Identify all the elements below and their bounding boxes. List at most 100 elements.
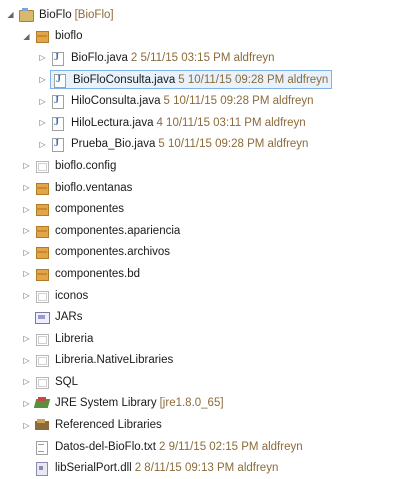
- tree-item-decoration: [BioFlo]: [74, 8, 114, 21]
- java-file-icon: [50, 116, 66, 131]
- tree-item-label: componentes.archivos: [55, 246, 171, 259]
- tree-row[interactable]: JARs: [0, 306, 398, 328]
- tree-item[interactable]: bioflo: [34, 29, 83, 44]
- tree-row[interactable]: ▷HiloConsulta.java5 10/11/15 09:28 PM al…: [0, 90, 398, 112]
- tree-item[interactable]: SQL: [34, 375, 78, 389]
- collapsed-twisty-icon[interactable]: ▷: [38, 75, 47, 84]
- svn-revision-info: 2 5/11/15 03:15 PM aldfreyn: [130, 51, 275, 64]
- tree-row[interactable]: ▷ bioflo.ventanas: [0, 177, 398, 199]
- tree-row[interactable]: ▷BioFlo.java2 5/11/15 03:15 PM aldfreyn: [0, 47, 398, 69]
- tree-item[interactable]: componentes.archivos: [34, 245, 171, 260]
- tree-item-label: iconos: [55, 289, 89, 302]
- tree-row[interactable]: ▷ componentes.bd: [0, 263, 398, 285]
- package-explorer-tree: ◢BioFlo[BioFlo]◢bioflo▷BioFlo.java2 5/11…: [0, 0, 398, 477]
- collapsed-twisty-icon[interactable]: ▷: [38, 140, 47, 149]
- tree-item[interactable]: bioflo.config: [34, 159, 116, 173]
- collapsed-twisty-icon[interactable]: ▷: [22, 205, 31, 214]
- tree-item-label: bioflo.ventanas: [55, 181, 133, 194]
- svn-revision-info: 5 10/11/15 09:28 PM aldfreyn: [178, 73, 329, 86]
- tree-row[interactable]: ▷ SQL: [0, 371, 398, 393]
- tree-item[interactable]: Referenced Libraries: [34, 418, 162, 432]
- tree-item-label: libSerialPort.dll: [55, 462, 132, 475]
- java-file-icon: [50, 94, 66, 110]
- collapsed-twisty-icon[interactable]: ▷: [22, 356, 31, 365]
- tree-item[interactable]: BioFlo.java2 5/11/15 03:15 PM aldfreyn: [50, 51, 275, 66]
- tree-item[interactable]: libSerialPort.dll 2 8/11/15 09:13 PM aldf…: [34, 461, 278, 477]
- collapsed-twisty-icon[interactable]: ▷: [22, 399, 31, 408]
- collapsed-twisty-icon[interactable]: ▷: [22, 269, 31, 278]
- tree-row[interactable]: ▷ Libreria: [0, 328, 398, 350]
- tree-item-label: HiloConsulta.java: [71, 95, 161, 108]
- tree-item-label: Libreria.NativeLibraries: [55, 354, 174, 367]
- svn-revision-info: 2 9/11/15 02:15 PM aldfreyn: [158, 440, 303, 453]
- tree-item[interactable]: BioFlo [BioFlo]: [18, 7, 114, 22]
- tree-item[interactable]: BioFloConsulta.java5 10/11/15 09:28 PM a…: [50, 70, 333, 90]
- collapsed-twisty-icon[interactable]: ▷: [38, 97, 47, 106]
- package-icon: [34, 267, 50, 281]
- jre-library-icon: [34, 396, 50, 410]
- tree-item[interactable]: componentes: [34, 202, 124, 217]
- collapsed-twisty-icon[interactable]: ▷: [22, 248, 31, 257]
- tree-item[interactable]: HiloConsulta.java5 10/11/15 09:28 PM ald…: [50, 94, 314, 110]
- referenced-libraries-icon: [34, 418, 50, 432]
- tree-item[interactable]: JRE System Library [jre1.8.0_65]: [34, 396, 224, 410]
- tree-row[interactable]: ▷Prueba_Bio.java5 10/11/15 09:28 PM aldf…: [0, 134, 398, 156]
- collapsed-twisty-icon[interactable]: ▷: [22, 421, 31, 430]
- tree-item-label: bioflo.config: [55, 159, 117, 172]
- tree-item-label: JRE System Library: [55, 397, 157, 410]
- package-icon: [34, 29, 50, 44]
- collapsed-twisty-icon[interactable]: ▷: [22, 226, 31, 235]
- package-icon: [34, 202, 50, 217]
- tree-item[interactable]: JARs: [34, 310, 82, 325]
- expanded-twisty-icon[interactable]: ◢: [6, 10, 15, 19]
- collapsed-twisty-icon[interactable]: ▷: [22, 291, 31, 300]
- tree-row[interactable]: ▷ componentes.apariencia: [0, 220, 398, 242]
- tree-item-label: BioFlo: [39, 8, 72, 21]
- package-empty-icon: [34, 289, 50, 303]
- tree-row[interactable]: ◢ bioflo: [0, 26, 398, 48]
- package-empty-icon: [34, 375, 50, 389]
- tree-row[interactable]: ▷ iconos: [0, 285, 398, 307]
- svn-revision-info: 4 10/11/15 03:11 PM aldfreyn: [156, 116, 306, 129]
- expanded-twisty-icon[interactable]: ◢: [22, 32, 31, 41]
- tree-row[interactable]: ▷ Libreria.NativeLibraries: [0, 350, 398, 372]
- package-empty-icon: [34, 159, 50, 173]
- collapsed-twisty-icon[interactable]: ▷: [38, 53, 47, 62]
- collapsed-twisty-icon[interactable]: ▷: [38, 118, 47, 127]
- package-icon: [34, 245, 50, 260]
- tree-item[interactable]: bioflo.ventanas: [34, 181, 132, 195]
- tree-item-label: componentes.apariencia: [55, 224, 181, 237]
- jars-folder-icon: [34, 310, 50, 325]
- java-file-icon: [50, 137, 66, 153]
- tree-item-label: bioflo: [55, 30, 83, 43]
- tree-row[interactable]: ▷BioFloConsulta.java5 10/11/15 09:28 PM …: [0, 69, 398, 91]
- tree-item[interactable]: Prueba_Bio.java5 10/11/15 09:28 PM aldfr…: [50, 137, 308, 153]
- package-empty-icon: [34, 353, 50, 368]
- tree-row[interactable]: ◢ BioFlo [BioFlo]: [0, 4, 398, 26]
- tree-row[interactable]: ▷ Referenced Libraries: [0, 414, 398, 436]
- tree-row[interactable]: ▷ componentes.archivos: [0, 242, 398, 264]
- tree-row[interactable]: ▷HiloLectura.java4 10/11/15 03:11 PM ald…: [0, 112, 398, 134]
- tree-item[interactable]: Libreria: [34, 332, 93, 346]
- tree-item[interactable]: HiloLectura.java4 10/11/15 03:11 PM aldf…: [50, 116, 306, 131]
- text-file-icon: [34, 440, 50, 455]
- collapsed-twisty-icon[interactable]: ▷: [22, 377, 31, 386]
- dll-file-icon: [34, 461, 50, 477]
- tree-item[interactable]: Datos-del-BioFlo.txt 2 9/11/15 02:15 PM a…: [34, 440, 303, 455]
- tree-item[interactable]: componentes.apariencia: [34, 224, 180, 238]
- tree-item[interactable]: iconos: [34, 289, 88, 303]
- tree-item[interactable]: Libreria.NativeLibraries: [34, 353, 174, 368]
- tree-row[interactable]: ▷ JRE System Library [jre1.8.0_65]: [0, 393, 398, 415]
- tree-item-label: Prueba_Bio.java: [71, 138, 156, 151]
- package-icon: [34, 181, 50, 195]
- collapsed-twisty-icon[interactable]: ▷: [22, 334, 31, 343]
- tree-item[interactable]: componentes.bd: [34, 267, 140, 281]
- collapsed-twisty-icon[interactable]: ▷: [22, 161, 31, 170]
- tree-row[interactable]: ▷ bioflo.config: [0, 155, 398, 177]
- tree-item-label: Referenced Libraries: [55, 419, 162, 432]
- tree-row[interactable]: ▷ componentes: [0, 198, 398, 220]
- collapsed-twisty-icon[interactable]: ▷: [22, 183, 31, 192]
- tree-row[interactable]: Datos-del-BioFlo.txt 2 9/11/15 02:15 PM a…: [0, 436, 398, 458]
- tree-row[interactable]: libSerialPort.dll 2 8/11/15 09:13 PM aldf…: [0, 457, 398, 479]
- tree-item-label: componentes.bd: [55, 267, 141, 280]
